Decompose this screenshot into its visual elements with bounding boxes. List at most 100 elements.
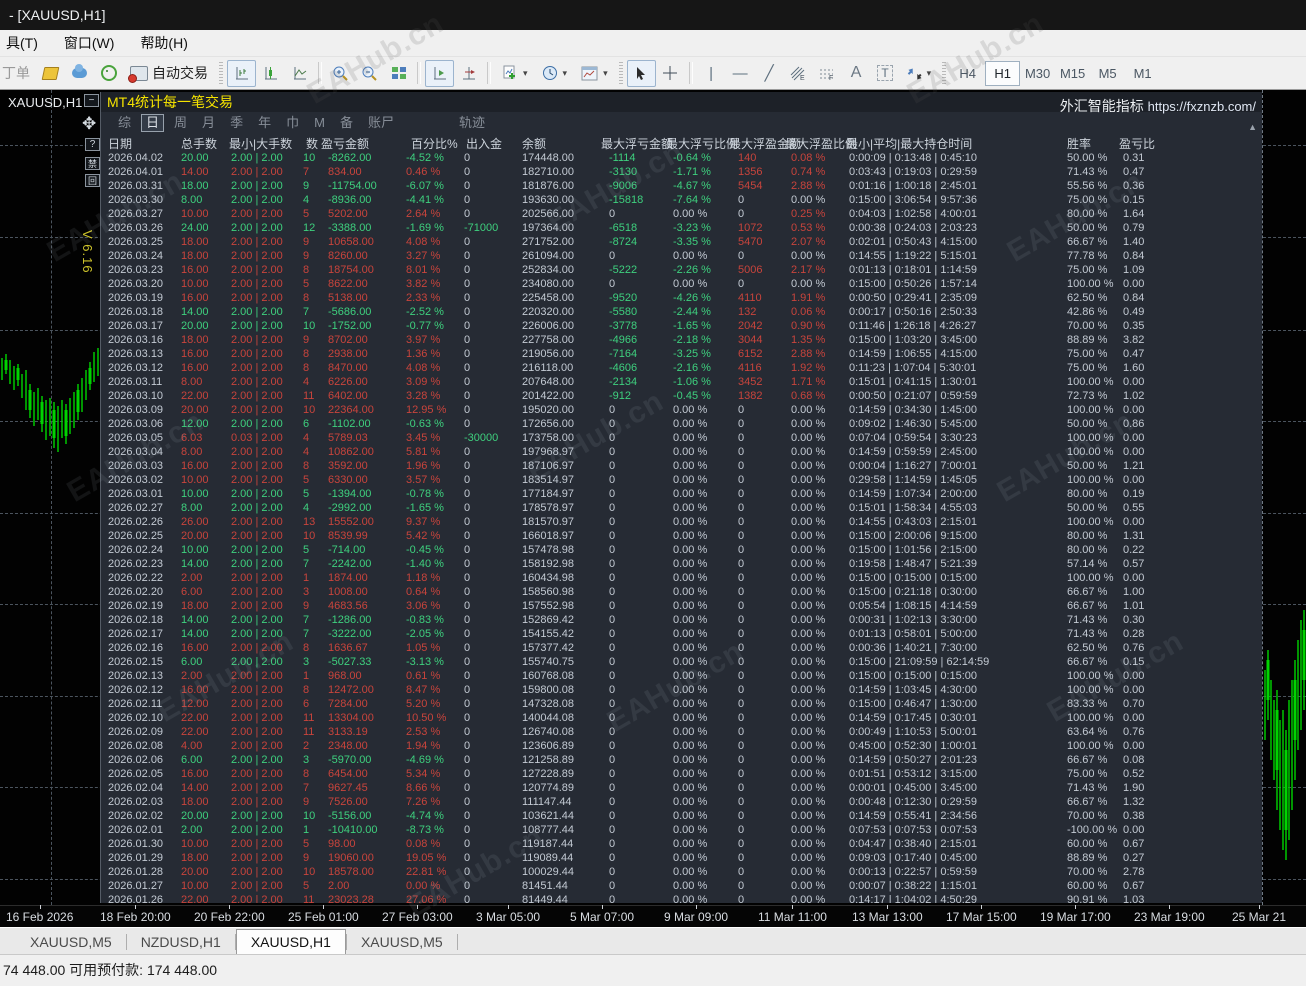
table-row[interactable]: 2026.03.1216.002.00 | 2.0088470.004.08 %… bbox=[101, 361, 1262, 375]
price-list-icon[interactable] bbox=[36, 60, 65, 87]
timeframe-button-m1[interactable]: M1 bbox=[1125, 61, 1160, 86]
column-header[interactable]: 盈亏比 bbox=[1119, 135, 1155, 152]
panel-tab[interactable]: 周 bbox=[169, 114, 192, 132]
candlestick-button[interactable] bbox=[256, 60, 285, 87]
column-header[interactable]: 日期 bbox=[108, 135, 132, 152]
panel-tab[interactable]: 年 bbox=[253, 114, 276, 132]
table-row[interactable]: 2026.03.2316.002.00 | 2.00818754.008.01 … bbox=[101, 263, 1262, 277]
table-row[interactable]: 2026.02.156.002.00 | 2.003-5027.33-3.13 … bbox=[101, 655, 1262, 669]
table-row[interactable]: 2026.03.3118.002.00 | 2.009-11754.00-6.0… bbox=[101, 179, 1262, 193]
table-row[interactable]: 2026.03.1316.002.00 | 2.0082938.001.36 %… bbox=[101, 347, 1262, 361]
panel-tab[interactable]: 备 bbox=[335, 114, 358, 132]
table-row[interactable]: 2026.02.066.002.00 | 2.003-5970.00-4.69 … bbox=[101, 753, 1262, 767]
panel-tab[interactable]: 月 bbox=[197, 114, 220, 132]
text-tool-button[interactable]: A bbox=[842, 60, 871, 87]
table-row[interactable]: 2026.02.278.002.00 | 2.004-2992.00-1.65 … bbox=[101, 501, 1262, 515]
auto-trading-button[interactable]: 自动交易 bbox=[123, 60, 215, 87]
table-row[interactable]: 2026.02.1216.002.00 | 2.00812472.008.47 … bbox=[101, 683, 1262, 697]
move-icon[interactable]: ✥ bbox=[82, 114, 96, 134]
column-header[interactable]: 出入金 bbox=[466, 135, 502, 152]
table-row[interactable]: 2026.03.2518.002.00 | 2.00910658.004.08 … bbox=[101, 235, 1262, 249]
vertical-line-button[interactable]: | bbox=[697, 60, 726, 87]
chart-area[interactable]: XAUUSD,H1 外汇智能指标 https://fxznzb.com/ − ✥… bbox=[0, 90, 1306, 905]
ban-button[interactable]: 禁 bbox=[85, 157, 100, 170]
table-row[interactable]: 2026.03.0612.002.00 | 2.006-1102.00-0.63… bbox=[101, 417, 1262, 431]
panel-tab[interactable]: M bbox=[309, 114, 330, 132]
table-row[interactable]: 2026.02.2410.002.00 | 2.005-714.00-0.45 … bbox=[101, 543, 1262, 557]
table-row[interactable]: 2026.03.0316.002.00 | 2.0083592.001.96 %… bbox=[101, 459, 1262, 473]
table-row[interactable]: 2026.03.0210.002.00 | 2.0056330.003.57 %… bbox=[101, 473, 1262, 487]
line-chart-button[interactable] bbox=[285, 60, 314, 87]
table-row[interactable]: 2026.03.308.002.00 | 2.004-8936.00-4.41 … bbox=[101, 193, 1262, 207]
panel-tab[interactable]: 轨迹 bbox=[454, 114, 490, 132]
panel-tab[interactable]: 账尸 bbox=[363, 114, 399, 132]
table-row[interactable]: 2026.03.1022.002.00 | 2.00116402.003.28 … bbox=[101, 389, 1262, 403]
panel-tab[interactable]: 日 bbox=[141, 114, 164, 132]
crosshair-button[interactable] bbox=[656, 60, 685, 87]
chart-shift-button[interactable] bbox=[454, 60, 483, 87]
templates-button[interactable]: ▾ bbox=[574, 60, 615, 87]
column-header[interactable]: 最小|平均|最大持仓时间 bbox=[846, 135, 972, 152]
table-row[interactable]: 2026.02.222.002.00 | 2.0011874.001.18 %0… bbox=[101, 571, 1262, 585]
indicators-button[interactable]: ▾ bbox=[495, 60, 535, 87]
table-row[interactable]: 2026.03.2010.002.00 | 2.0058622.003.82 %… bbox=[101, 277, 1262, 291]
menu-item[interactable]: 窗口(W) bbox=[64, 33, 115, 53]
timeframe-button-h1[interactable]: H1 bbox=[985, 61, 1020, 86]
indicator-url[interactable]: https://fxznzb.com/ bbox=[1148, 99, 1256, 114]
table-row[interactable]: 2026.02.1022.002.00 | 2.001113304.0010.5… bbox=[101, 711, 1262, 725]
column-header[interactable]: 总手数 bbox=[181, 135, 217, 152]
table-row[interactable]: 2026.02.206.002.00 | 2.0031008.000.64 %0… bbox=[101, 585, 1262, 599]
market-cloud-icon[interactable] bbox=[65, 60, 94, 87]
table-row[interactable]: 2026.01.2820.002.00 | 2.001018578.0022.8… bbox=[101, 865, 1262, 879]
menu-item[interactable]: 帮助(H) bbox=[140, 33, 187, 53]
table-row[interactable]: 2026.03.2624.002.00 | 2.0012-3388.00-1.6… bbox=[101, 221, 1262, 235]
table-row[interactable]: 2026.01.2710.002.00 | 2.0052.000.00 %081… bbox=[101, 879, 1262, 893]
table-row[interactable]: 2026.03.1814.002.00 | 2.007-5686.00-2.52… bbox=[101, 305, 1262, 319]
table-row[interactable]: 2026.02.0414.002.00 | 2.0079627.458.66 %… bbox=[101, 781, 1262, 795]
table-row[interactable]: 2026.02.0516.002.00 | 2.0086454.005.34 %… bbox=[101, 767, 1262, 781]
signals-icon[interactable] bbox=[94, 60, 123, 87]
timeframe-button-h4[interactable]: H4 bbox=[950, 61, 985, 86]
text-label-button[interactable]: T bbox=[871, 60, 900, 87]
chart-tab-nzdusd-h1[interactable]: NZDUSD,H1 bbox=[127, 930, 235, 954]
fibonacci-button[interactable]: E bbox=[784, 60, 813, 87]
table-row[interactable]: 2026.01.2918.002.00 | 2.00919060.0019.05… bbox=[101, 851, 1262, 865]
horizontal-line-button[interactable]: — bbox=[726, 60, 755, 87]
column-header[interactable]: 胜率 bbox=[1067, 135, 1091, 152]
new-order-button[interactable]: 丁单 bbox=[2, 63, 30, 83]
table-row[interactable]: 2026.03.048.002.00 | 2.00410862.005.81 %… bbox=[101, 445, 1262, 459]
auto-scroll-button[interactable] bbox=[425, 60, 454, 87]
table-row[interactable]: 2026.02.0318.002.00 | 2.0097526.007.26 %… bbox=[101, 795, 1262, 809]
column-header[interactable]: 最大浮亏比例 bbox=[666, 135, 738, 152]
menu-item[interactable]: 具(T) bbox=[6, 33, 38, 53]
table-row[interactable]: 2026.01.2622.002.00 | 2.001123023.2827.0… bbox=[101, 893, 1262, 903]
table-row[interactable]: 2026.03.0920.002.00 | 2.001022364.0012.9… bbox=[101, 403, 1262, 417]
cursor-button[interactable] bbox=[627, 60, 656, 87]
table-row[interactable]: 2026.02.1616.002.00 | 2.0081636.671.05 %… bbox=[101, 641, 1262, 655]
channel-button[interactable]: F bbox=[813, 60, 842, 87]
table-row[interactable]: 2026.04.0220.002.00 | 2.0010-8262.00-4.5… bbox=[101, 151, 1262, 165]
table-row[interactable]: 2026.04.0114.002.00 | 2.007834.000.46 %0… bbox=[101, 165, 1262, 179]
panel-tab[interactable]: 季 bbox=[225, 114, 248, 132]
timeframe-button-m15[interactable]: M15 bbox=[1055, 61, 1090, 86]
trendline-button[interactable]: ╱ bbox=[755, 60, 784, 87]
column-header[interactable]: 余额 bbox=[522, 135, 546, 152]
table-row[interactable]: 2026.02.0922.002.00 | 2.00113133.192.53 … bbox=[101, 725, 1262, 739]
table-row[interactable]: 2026.03.2710.002.00 | 2.0055202.002.64 %… bbox=[101, 207, 1262, 221]
column-header[interactable]: 盈亏金额 bbox=[321, 135, 369, 152]
tile-windows-button[interactable] bbox=[384, 60, 413, 87]
bar-chart-button[interactable] bbox=[227, 60, 256, 87]
table-row[interactable]: 2026.03.0110.002.00 | 2.005-1394.00-0.78… bbox=[101, 487, 1262, 501]
table-row[interactable]: 2026.03.1916.002.00 | 2.0085138.002.33 %… bbox=[101, 291, 1262, 305]
scroll-up-icon[interactable]: ▲ bbox=[1248, 122, 1257, 132]
panel-minimize-button[interactable]: − bbox=[84, 94, 99, 107]
table-row[interactable]: 2026.03.056.030.03 | 2.0045789.033.45 %-… bbox=[101, 431, 1262, 445]
panel-tab[interactable]: 巾 bbox=[281, 114, 304, 132]
table-row[interactable]: 2026.02.084.002.00 | 2.0022348.001.94 %0… bbox=[101, 739, 1262, 753]
periods-button[interactable]: ▾ bbox=[535, 60, 575, 87]
column-header[interactable]: 百分比% bbox=[411, 135, 458, 152]
panel-tab[interactable]: 综 bbox=[113, 114, 136, 132]
table-row[interactable]: 2026.02.0220.002.00 | 2.0010-5156.00-4.7… bbox=[101, 809, 1262, 823]
table-row[interactable]: 2026.02.2314.002.00 | 2.007-2242.00-1.40… bbox=[101, 557, 1262, 571]
column-header[interactable]: 最大浮亏金额 bbox=[601, 135, 673, 152]
